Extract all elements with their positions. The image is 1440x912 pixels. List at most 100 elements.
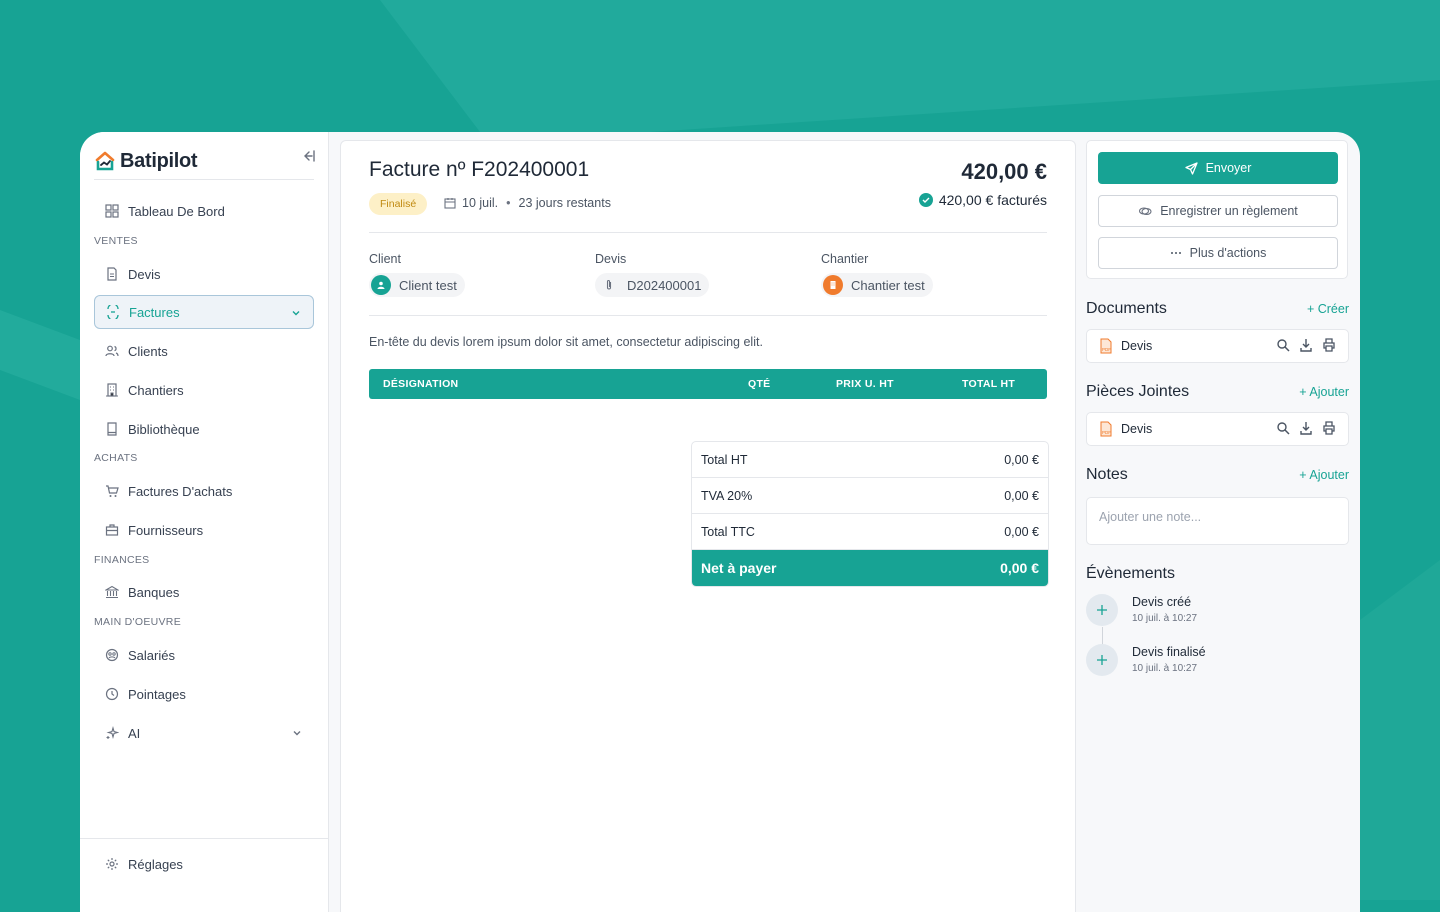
- devis-label: Devis: [595, 252, 627, 266]
- sidebar-item-label: Banques: [128, 584, 180, 600]
- record-payment-label: Enregistrer un règlement: [1160, 204, 1298, 218]
- briefcase-icon: [104, 522, 120, 538]
- download-icon[interactable]: [1299, 338, 1313, 355]
- send-icon: [1184, 161, 1198, 175]
- separator-dot: •: [506, 196, 511, 210]
- people-icon: [104, 647, 120, 663]
- add-attachment-link[interactable]: + Ajouter: [1299, 385, 1349, 399]
- invoice-header-text: En-tête du devis lorem ipsum dolor sit a…: [369, 335, 763, 349]
- client-chip[interactable]: Client test: [369, 273, 465, 297]
- sidebar-item-clients[interactable]: Clients: [94, 334, 314, 368]
- plus-icon: [1086, 644, 1118, 676]
- document-tools: [1276, 338, 1336, 355]
- invoice-icon: [105, 304, 121, 320]
- invoice-panel: Facture nº F202400001 Finalisé 10 juil. …: [340, 140, 1076, 912]
- sidebar-item-chantiers[interactable]: Chantiers: [94, 373, 314, 407]
- net-to-pay-row: Net à payer 0,00 €: [692, 550, 1048, 586]
- document-row[interactable]: PDF Devis: [1086, 329, 1349, 363]
- section-label-ventes: VENTES: [94, 235, 138, 247]
- user-icon: [371, 275, 391, 295]
- notes-title: Notes: [1086, 466, 1128, 483]
- billed-amount: 420,00 € facturés: [938, 192, 1047, 208]
- net-label: Net à payer: [701, 560, 777, 576]
- invoice-date-row: 10 juil. • 23 jours restants: [444, 196, 611, 210]
- document-icon: [104, 266, 120, 282]
- logo-icon: [95, 151, 115, 171]
- record-payment-button[interactable]: Enregistrer un règlement: [1098, 195, 1338, 227]
- app-window: Batipilot Tableau De Bord VENTES Devis F…: [80, 132, 1360, 912]
- sidebar-item-reglages[interactable]: Réglages: [94, 847, 314, 881]
- sidebar-item-label: Pointages: [128, 686, 186, 702]
- more-actions-button[interactable]: Plus d'actions: [1098, 237, 1338, 269]
- sidebar-item-pointages[interactable]: Pointages: [94, 677, 314, 711]
- client-label: Client: [369, 252, 401, 266]
- attachments-title: Pièces Jointes: [1086, 383, 1190, 400]
- note-input[interactable]: Ajouter une note...: [1086, 497, 1349, 545]
- attachment-row[interactable]: PDF Devis: [1086, 412, 1349, 446]
- svg-text:PDF: PDF: [1102, 347, 1111, 352]
- sidebar-item-label: Factures D'achats: [128, 483, 233, 499]
- building-icon: [104, 382, 120, 398]
- totals-label: Total TTC: [701, 524, 755, 539]
- totals-table: Total HT 0,00 € TVA 20% 0,00 € Total TTC…: [691, 441, 1049, 587]
- events-title: Évènements: [1086, 565, 1175, 582]
- logo[interactable]: Batipilot: [94, 142, 314, 180]
- items-table-header: DÉSIGNATION QTÉ PRIX U. HT TOTAL HT: [369, 369, 1047, 399]
- section-label-main-oeuvre: MAIN D'OEUVRE: [94, 616, 181, 628]
- download-icon[interactable]: [1299, 421, 1313, 438]
- attachment-name: Devis: [1121, 422, 1153, 436]
- totals-value: 0,00 €: [1004, 452, 1039, 467]
- event-title: Devis créé: [1132, 595, 1192, 609]
- search-icon[interactable]: [1276, 338, 1290, 355]
- sidebar-item-fournisseurs[interactable]: Fournisseurs: [94, 513, 314, 547]
- print-icon[interactable]: [1322, 421, 1336, 438]
- sidebar-bottom-divider: [80, 838, 328, 839]
- attachment-tools: [1276, 421, 1336, 438]
- sidebar-item-banques[interactable]: Banques: [94, 575, 314, 609]
- check-circle-icon: [918, 193, 933, 207]
- totals-row: Total HT 0,00 €: [692, 442, 1048, 478]
- collapse-icon: [304, 150, 315, 162]
- sidebar-item-ai[interactable]: AI: [94, 716, 314, 750]
- users-icon: [104, 343, 120, 359]
- column-qty: QTÉ: [748, 378, 771, 390]
- chevron-down-icon: [291, 306, 301, 321]
- svg-text:PDF: PDF: [1102, 430, 1111, 435]
- sidebar-item-factures[interactable]: Factures: [94, 295, 314, 329]
- send-button[interactable]: Envoyer: [1098, 152, 1338, 184]
- money-icon: [1138, 205, 1152, 217]
- collapse-sidebar-button[interactable]: [298, 146, 318, 166]
- sidebar-item-label: Factures: [129, 304, 180, 320]
- search-icon[interactable]: [1276, 421, 1290, 438]
- sidebar-item-devis[interactable]: Devis: [94, 257, 314, 291]
- sidebar-item-factures-achats[interactable]: Factures D'achats: [94, 474, 314, 508]
- devis-chip[interactable]: D202400001: [595, 273, 710, 297]
- sidebar-item-label: Devis: [128, 266, 161, 282]
- pdf-file-icon: PDF: [1099, 338, 1113, 354]
- sidebar-item-dashboard[interactable]: Tableau De Bord: [94, 194, 314, 228]
- divider: [369, 315, 1047, 316]
- client-value: Client test: [399, 277, 457, 293]
- sidebar-item-bibliotheque[interactable]: Bibliothèque: [94, 412, 314, 446]
- totals-label: TVA 20%: [701, 488, 753, 503]
- section-label-achats: ACHATS: [94, 452, 138, 464]
- totals-value: 0,00 €: [1004, 524, 1039, 539]
- add-note-link[interactable]: + Ajouter: [1299, 468, 1349, 482]
- sidebar: Batipilot Tableau De Bord VENTES Devis F…: [80, 132, 329, 912]
- devis-value: D202400001: [627, 277, 702, 293]
- totals-row: Total TTC 0,00 €: [692, 514, 1048, 550]
- actions-card: Envoyer Enregistrer un règlement Plus d'…: [1086, 140, 1348, 279]
- calendar-icon: [444, 197, 456, 209]
- more-actions-label: Plus d'actions: [1189, 246, 1267, 260]
- documents-title: Documents: [1086, 300, 1167, 317]
- pdf-file-icon: PDF: [1099, 421, 1113, 437]
- print-icon[interactable]: [1322, 338, 1336, 355]
- sidebar-item-label: Réglages: [128, 856, 183, 872]
- sidebar-item-salaries[interactable]: Salariés: [94, 638, 314, 672]
- create-document-link[interactable]: + Créer: [1307, 302, 1349, 316]
- clock-icon: [104, 686, 120, 702]
- days-left: 23 jours restants: [518, 196, 611, 210]
- divider: [369, 232, 1047, 233]
- sidebar-item-label: Tableau De Bord: [128, 203, 225, 219]
- chantier-chip[interactable]: Chantier test: [821, 273, 933, 297]
